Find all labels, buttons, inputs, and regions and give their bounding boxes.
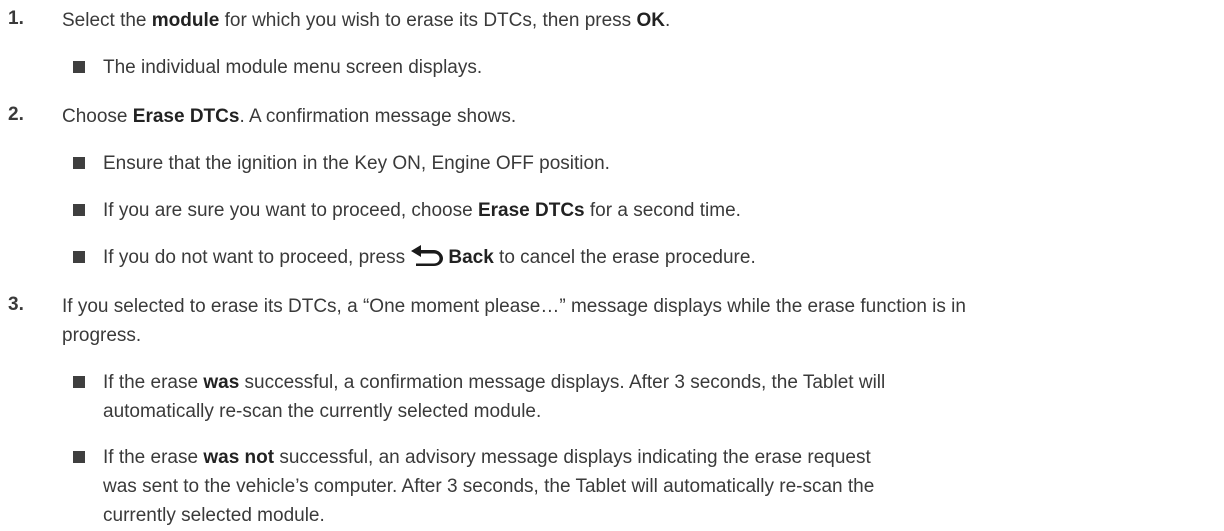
bullet-bold-term: was [203, 372, 240, 393]
bullet-text-line: automatically re-scan the currently sele… [103, 401, 542, 422]
bullet-bold-term: was not [203, 447, 275, 468]
bullet-text: The individual module menu screen displa… [103, 57, 483, 78]
step-text: Choose Erase DTCs. A confirmation messag… [62, 102, 1212, 131]
step-text-part: for which you wish to erase its DTCs, th… [219, 10, 637, 31]
bullet-text-line: was sent to the vehicle’s computer. Afte… [103, 476, 875, 497]
square-bullet-icon [73, 451, 85, 463]
square-bullet-icon [73, 376, 85, 388]
bullet-text-part: If the erase [103, 372, 204, 393]
bullet-text-part: successful, a confirmation message displ… [239, 372, 886, 393]
bullet-bold-term: Erase DTCs [477, 200, 585, 221]
step-text: If you selected to erase its DTCs, a “On… [62, 292, 1212, 350]
bullet-text: If you are sure you want to proceed, cho… [103, 196, 1203, 225]
square-bullet-icon [73, 251, 85, 263]
step-number: 2. [8, 104, 24, 125]
step-text: Select the module for which you wish to … [62, 6, 1212, 35]
bullet-text-part: If you do not want to proceed, press [103, 247, 411, 268]
bullet-text: If the erase was successful, a confirmat… [103, 368, 1203, 426]
document-page: 1. Select the module for which you wish … [0, 0, 1224, 531]
step-text-line: progress. [62, 325, 142, 346]
back-arrow-icon [410, 244, 444, 275]
step-bold-term: Erase DTCs [132, 106, 240, 127]
step-number: 1. [8, 8, 24, 29]
bullet-text-line: currently selected module. [103, 505, 325, 526]
bullet-text-part: for a second time. [584, 200, 741, 221]
step-text-part: Choose [62, 106, 133, 127]
step-number: 3. [8, 294, 24, 315]
step-text-part: Select the [62, 10, 152, 31]
step-text-part: . [664, 10, 671, 31]
step-bold-term: OK [636, 10, 665, 31]
bullet-text-line: If the erase was not successful, an advi… [103, 443, 1203, 472]
bullet-text-part: successful, an advisory message displays… [274, 447, 871, 468]
bullet-text: If the erase was not successful, an advi… [103, 443, 1203, 530]
step-bold-term: module [151, 10, 220, 31]
square-bullet-icon [73, 204, 85, 216]
bullet-text-part: If the erase [103, 447, 204, 468]
bullet-bold-term: Back [448, 247, 494, 268]
bullet-text-part: to cancel the erase procedure. [493, 247, 756, 268]
bullet-text-part: If you are sure you want to proceed, cho… [103, 200, 478, 221]
square-bullet-icon [73, 157, 85, 169]
square-bullet-icon [73, 61, 85, 73]
step-text-part: . A confirmation message shows. [239, 106, 517, 127]
bullet-text-line: If the erase was successful, a confirmat… [103, 368, 1203, 397]
bullet-text: Ensure that the ignition in the Key ON, … [103, 153, 610, 174]
step-text-line: If you selected to erase its DTCs, a “On… [62, 296, 966, 317]
bullet-text: If you do not want to proceed, press Bac… [103, 243, 1203, 275]
